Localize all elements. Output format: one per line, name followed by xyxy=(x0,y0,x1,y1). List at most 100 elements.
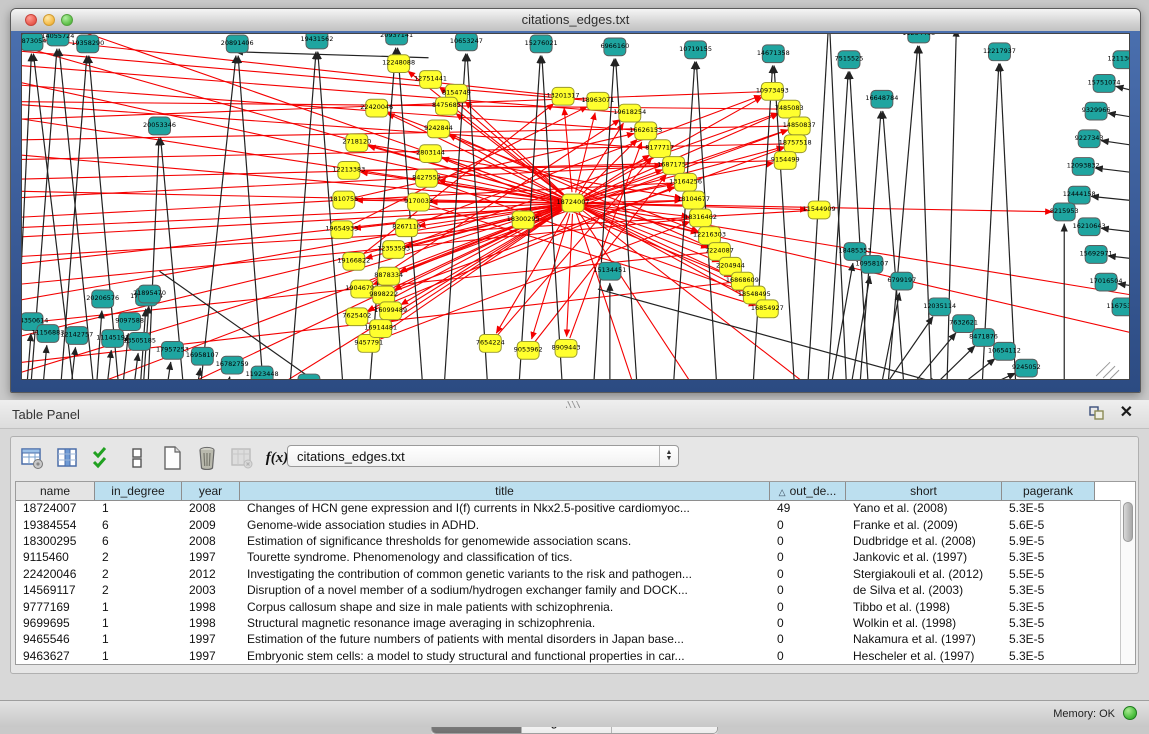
graph-node[interactable]: 12444158 xyxy=(1063,186,1096,204)
graph-node[interactable]: 18316462 xyxy=(684,209,717,227)
graph-node[interactable]: 16210643 xyxy=(1073,218,1106,236)
table-panel-titlebar[interactable]: Table Panel ✕ xyxy=(0,400,1149,429)
graph-node[interactable]: 22420046 xyxy=(360,99,393,117)
graph-node[interactable]: 13201317 xyxy=(547,87,580,105)
new-table-icon[interactable] xyxy=(159,445,185,471)
graph-node[interactable]: 9097588 xyxy=(115,313,144,331)
table-row[interactable]: 1456911722003Disruption of a novel membe… xyxy=(16,582,1120,598)
graph-node[interactable]: 8909443 xyxy=(552,339,581,357)
graph-node[interactable]: 9898222 xyxy=(369,286,398,304)
graph-node[interactable]: 9242844 xyxy=(424,120,453,138)
graph-node[interactable]: 9154499 xyxy=(771,152,800,170)
network-table-select[interactable]: citations_edges.txt ▲▼ xyxy=(287,445,679,467)
graph-node[interactable]: 15692971 xyxy=(1080,246,1113,264)
graph-node[interactable]: 20891406 xyxy=(221,35,254,53)
graph-node[interactable]: 8471876 xyxy=(969,329,998,347)
graph-node[interactable]: 16958107 xyxy=(186,347,219,365)
graph-node[interactable]: 8475685 xyxy=(432,97,461,115)
table-row[interactable]: 946362711997Embryonic stem cells: a mode… xyxy=(16,648,1120,664)
graph-node-label: 20053346 xyxy=(143,121,176,129)
graph-node[interactable]: 18757518 xyxy=(779,135,812,153)
close-panel-icon[interactable]: ✕ xyxy=(1120,404,1133,422)
column-header-in-degree[interactable]: in_degree xyxy=(95,482,182,500)
window-titlebar[interactable]: citations_edges.txt xyxy=(11,9,1140,32)
graph-node[interactable]: 9227343 xyxy=(1075,130,1104,148)
table-scrollbar-thumb[interactable] xyxy=(1123,502,1133,542)
graph-node[interactable]: 16626153 xyxy=(629,122,662,140)
graph-node-label: 11923448 xyxy=(246,370,279,378)
column-header-title[interactable]: title xyxy=(240,482,770,500)
graph-node[interactable]: 6966160 xyxy=(600,38,629,56)
graph-node[interactable]: 16871751 xyxy=(657,157,690,175)
graph-node[interactable]: 16782759 xyxy=(216,356,249,374)
table-row[interactable]: 977716911998Corpus callosum shape and si… xyxy=(16,598,1120,614)
graph-node[interactable]: 2803144 xyxy=(416,145,445,163)
graph-node[interactable]: 20206576 xyxy=(86,290,119,308)
table-cell: 0 xyxy=(770,518,846,532)
table-cell: 49 xyxy=(770,501,846,515)
graph-node[interactable]: 9245052 xyxy=(1012,359,1041,377)
graph-node[interactable]: 12093832 xyxy=(1067,158,1100,176)
graph-node[interactable]: 9170033 xyxy=(404,193,433,211)
graph-node[interactable]: 7654224 xyxy=(476,335,505,353)
network-canvas[interactable]: 1872400712248088127514418154749224200468… xyxy=(21,33,1130,380)
graph-node[interactable]: 16648784 xyxy=(865,90,898,108)
column-header-name[interactable]: name xyxy=(16,482,95,500)
column-header-pagerank[interactable]: pagerank xyxy=(1002,482,1095,500)
table-row[interactable]: 911546021997Tourette syndrome. Phenomeno… xyxy=(16,549,1120,565)
graph-node[interactable]: 20937141 xyxy=(380,34,413,45)
graph-node[interactable]: 8215953 xyxy=(1050,203,1079,221)
table-scrollbar[interactable] xyxy=(1120,500,1135,664)
table-row[interactable]: 1938455462009Genome-wide association stu… xyxy=(16,516,1120,532)
graph-node-label: 8471876 xyxy=(969,332,998,340)
graph-node[interactable]: 18950624 xyxy=(293,374,326,379)
column-header-out-degree[interactable]: △out_de... xyxy=(770,482,846,500)
graph-node[interactable]: 15276021 xyxy=(525,35,558,53)
panel-drag-grip[interactable] xyxy=(566,401,580,408)
table-row[interactable]: 1830029562008Estimation of significance … xyxy=(16,533,1120,549)
citation-graph[interactable]: 1872400712248088127514418154749224200468… xyxy=(22,34,1129,379)
graph-node[interactable]: 7485083 xyxy=(775,100,804,118)
table-row[interactable]: 946554611997Estimation of the future num… xyxy=(16,631,1120,647)
column-header-short[interactable]: short xyxy=(846,482,1002,500)
graph-node[interactable]: 8267110 xyxy=(392,219,421,237)
graph-node[interactable]: 8177717 xyxy=(645,140,674,158)
graph-node[interactable]: 9329966 xyxy=(1082,102,1111,120)
select-rows-icon[interactable] xyxy=(89,445,115,471)
graph-node[interactable]: 10653247 xyxy=(450,34,483,51)
table-row[interactable]: 1872400712008Changes of HCN gene express… xyxy=(16,500,1120,516)
graph-node[interactable]: 15751074 xyxy=(1088,75,1121,93)
canvas-resize-grip[interactable] xyxy=(1096,362,1119,379)
graph-node[interactable]: 10719155 xyxy=(679,41,712,59)
graph-node[interactable]: 8878334 xyxy=(374,267,403,285)
graph-node[interactable]: 9053962 xyxy=(514,341,543,359)
graph-node[interactable]: 12113054 xyxy=(1108,51,1129,69)
graph-node[interactable]: 6799197 xyxy=(887,272,916,290)
row-height-icon[interactable] xyxy=(124,445,150,471)
column-header-year[interactable]: year xyxy=(182,482,240,500)
graph-node[interactable]: 12217937 xyxy=(983,43,1016,61)
graph-node[interactable]: 19431562 xyxy=(300,34,333,49)
graph-node[interactable]: 12213383 xyxy=(332,162,365,180)
float-panel-icon[interactable] xyxy=(1089,406,1105,421)
graph-node-label: 12093832 xyxy=(1067,161,1100,169)
graph-node[interactable]: 7515525 xyxy=(835,51,864,69)
graph-node[interactable]: 8427552 xyxy=(412,169,441,187)
column-options-icon[interactable] xyxy=(54,445,80,471)
table-panel: Table Panel ✕ xyxy=(0,400,1149,727)
graph-node[interactable]: 14850837 xyxy=(783,117,816,135)
graph-node[interactable]: 11675334 xyxy=(1107,298,1129,316)
graph-node[interactable]: 11544909 xyxy=(803,201,836,219)
delete-table-icon[interactable] xyxy=(229,445,255,471)
graph-node[interactable]: 19166822 xyxy=(337,252,370,270)
graph-node[interactable]: 11923448 xyxy=(246,366,279,379)
graph-node[interactable]: 14671358 xyxy=(757,45,790,63)
table-settings-icon[interactable] xyxy=(19,445,45,471)
graph-node[interactable]: 1810755 xyxy=(329,191,358,209)
graph-node[interactable]: 2718120 xyxy=(342,134,371,152)
table-row[interactable]: 2242004622012Investigating the contribut… xyxy=(16,566,1120,582)
table-row[interactable]: 969969511998Structural magnetic resonanc… xyxy=(16,615,1120,631)
delete-entries-icon[interactable] xyxy=(194,445,220,471)
graph-node[interactable]: 20053346 xyxy=(143,117,176,135)
graph-node[interactable]: 11254493 xyxy=(902,34,935,43)
